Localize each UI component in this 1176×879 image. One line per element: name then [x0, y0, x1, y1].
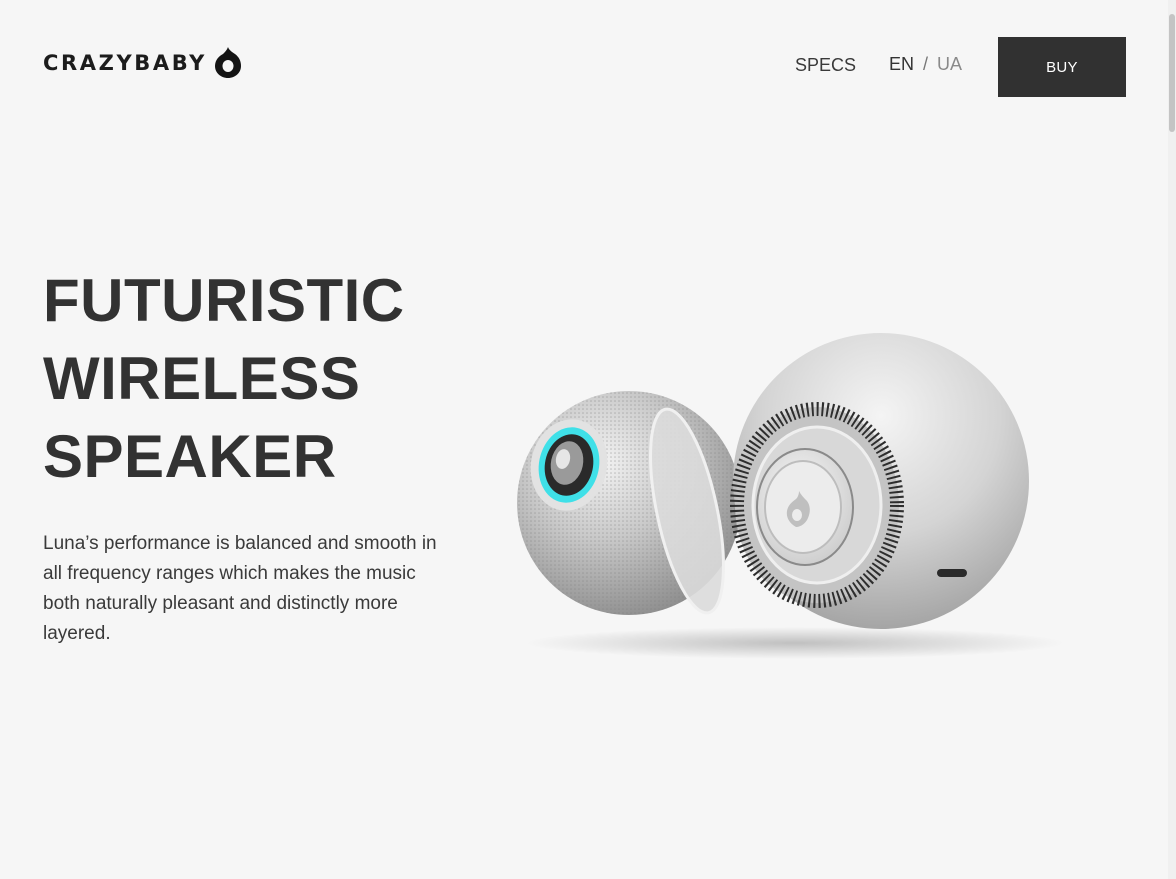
- nav-specs-link[interactable]: SPECS: [795, 56, 856, 74]
- lang-en-link[interactable]: EN: [889, 55, 914, 73]
- lang-ua-link[interactable]: UA: [937, 55, 962, 73]
- hero-title-line: WIRELESS: [43, 345, 361, 412]
- page: CRAZYBABY SPECS EN / UA BUY FUTURISTIC W…: [0, 0, 1176, 879]
- language-switcher: EN / UA: [889, 55, 962, 73]
- hero-description: Luna’s performance is balanced and smoot…: [43, 533, 437, 644]
- speaker-product-image: [517, 333, 1065, 659]
- lang-separator: /: [923, 54, 929, 74]
- logo-link[interactable]: CRAZYBABY: [43, 46, 243, 80]
- hero-title-line: FUTURISTIC: [43, 267, 405, 334]
- page-scrollbar[interactable]: [1168, 0, 1176, 879]
- logo-text: CRAZYBABY: [43, 50, 207, 75]
- scrollbar-thumb[interactable]: [1169, 14, 1175, 132]
- hero-title: FUTURISTIC WIRELESS SPEAKER: [43, 262, 405, 496]
- hero-title-line: SPEAKER: [43, 423, 337, 490]
- buy-button[interactable]: BUY: [998, 37, 1126, 97]
- drop-logo-icon: [215, 47, 241, 78]
